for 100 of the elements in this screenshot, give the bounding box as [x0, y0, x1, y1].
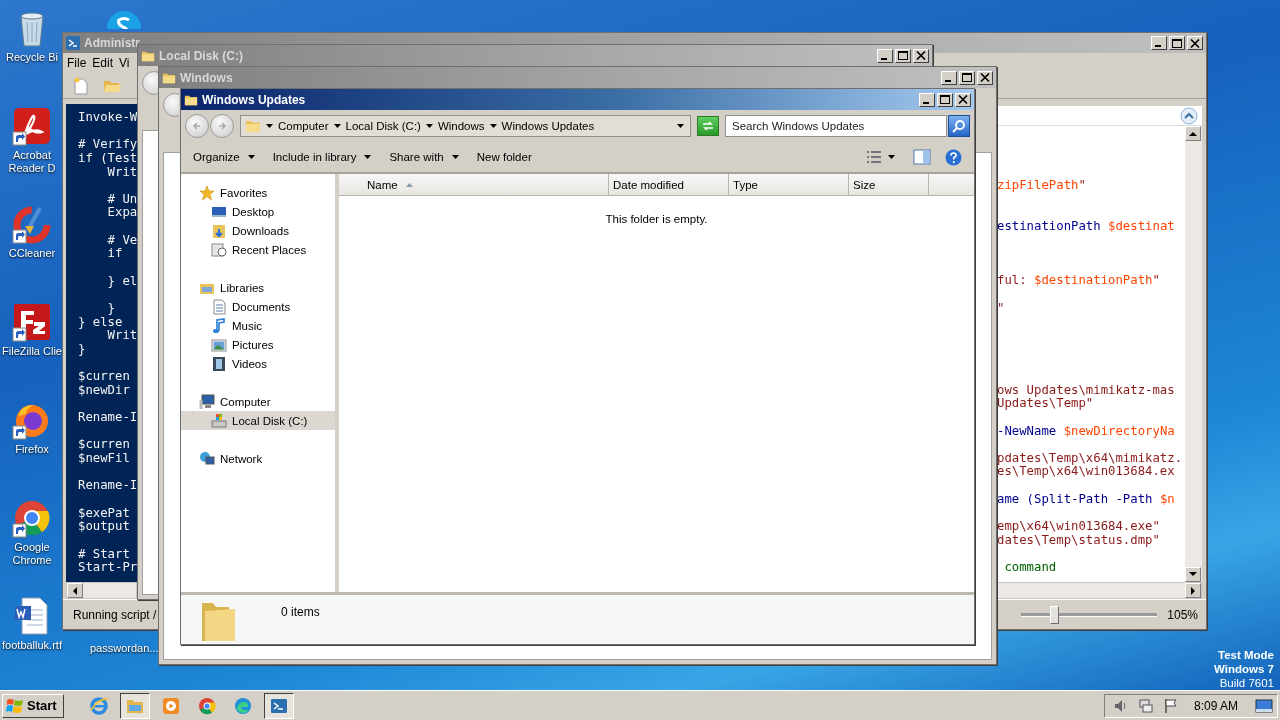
desktop-icon-label[interactable]: Recycle Bi: [6, 51, 58, 64]
breadcrumb-item[interactable]: Computer: [278, 120, 329, 132]
search-button[interactable]: [948, 115, 970, 137]
window-title: Windows: [180, 70, 234, 85]
code-line: }: [78, 342, 87, 357]
close-button[interactable]: [1187, 36, 1203, 50]
terminal-icon[interactable]: [263, 692, 294, 719]
view-options-icon[interactable]: [866, 150, 882, 164]
code-line: } else: [78, 315, 124, 330]
toolbar-button[interactable]: Organize: [187, 148, 261, 166]
menu-item[interactable]: Vi: [119, 56, 130, 70]
toolbar-button[interactable]: Share with: [383, 148, 465, 166]
caret-icon: [247, 155, 255, 159]
app-icon: [196, 695, 217, 716]
close-button[interactable]: [977, 70, 993, 85]
tree-item[interactable]: Desktop: [181, 202, 335, 221]
caret-icon: [266, 124, 273, 128]
desktop-icon-label[interactable]: FileZilla Clie: [2, 345, 62, 358]
close-button[interactable]: [913, 48, 929, 63]
minimize-button[interactable]: [919, 92, 935, 107]
tree-item[interactable]: Downloads: [181, 221, 335, 240]
maximize-button[interactable]: [1169, 36, 1185, 50]
powershell-icon: [66, 36, 80, 50]
folder-icon: [245, 118, 261, 134]
desktop-icon-label[interactable]: passwordan...: [90, 642, 159, 655]
flag-icon[interactable]: [1162, 697, 1179, 714]
code-line: # Start: [78, 547, 131, 562]
show-desktop-icon[interactable]: [1255, 697, 1273, 714]
code-line: $curren: [78, 370, 131, 384]
desktop-icon-label[interactable]: Acrobat Reader D: [2, 149, 62, 175]
menu-item[interactable]: Edit: [92, 56, 114, 70]
column-header[interactable]: Size: [849, 174, 929, 195]
folder-icon[interactable]: [119, 692, 150, 719]
network-icon[interactable]: [1137, 697, 1154, 714]
arrow-icon: [72, 586, 78, 595]
maximize-button[interactable]: [895, 48, 911, 63]
start-button[interactable]: Start: [2, 693, 64, 718]
scroll-arrow-button[interactable]: [1185, 126, 1201, 141]
tree-item[interactable]: Network: [181, 449, 335, 468]
tree-item[interactable]: Favorites: [181, 183, 335, 202]
ccleaner-icon[interactable]: [12, 204, 52, 244]
code-line: ": [997, 301, 1006, 316]
minimize-button[interactable]: [1151, 36, 1167, 50]
minimize-icon: [923, 101, 929, 104]
code-line: $curren: [78, 438, 131, 452]
scroll-arrow-button[interactable]: [1185, 567, 1201, 582]
window-title: Local Disk (C:): [159, 48, 244, 63]
minimize-button[interactable]: [877, 48, 893, 63]
column-header[interactable]: Type: [729, 174, 849, 195]
scroll-arrow-button[interactable]: [67, 583, 83, 598]
tree-item[interactable]: Local Disk (C:): [181, 411, 335, 430]
desktop-icon-label[interactable]: CCleaner: [8, 247, 56, 260]
tree-item[interactable]: Recent Places: [181, 240, 335, 259]
close-icon: [958, 95, 968, 104]
code-line: }: [106, 301, 117, 316]
code-line: pdates\Temp\x64\mimikatz.: [997, 451, 1184, 466]
menu-item[interactable]: File: [67, 56, 87, 70]
collapse-button[interactable]: [1180, 106, 1198, 125]
download-folder-icon: [211, 222, 227, 239]
code-line: $newFil: [78, 452, 131, 466]
code-line: $newDir: [78, 383, 131, 398]
acrobat-icon[interactable]: [12, 106, 52, 146]
refresh-button[interactable]: [697, 116, 719, 136]
close-button[interactable]: [955, 92, 971, 107]
code-line: Writ: [106, 329, 137, 343]
breadcrumb-item[interactable]: Local Disk (C:): [345, 120, 421, 132]
breadcrumb-item[interactable]: Windows Updates: [501, 120, 595, 132]
filezilla-icon[interactable]: [12, 302, 52, 342]
tree-item[interactable]: Documents: [181, 297, 335, 316]
desktop-icon-label[interactable]: Firefox: [15, 443, 49, 456]
address-bar[interactable]: Computer Local Disk (C:) Windows Windows Updates: [240, 115, 691, 137]
code-line: -NewName $newDirectoryNa: [997, 424, 1176, 439]
maximize-button[interactable]: [937, 92, 953, 107]
close-icon: [980, 73, 990, 82]
desktop-icon-label[interactable]: Google Chrome: [2, 541, 62, 567]
column-header[interactable]: Name: [339, 174, 609, 195]
minimize-button[interactable]: [941, 70, 957, 85]
column-header[interactable]: Date modified: [609, 174, 729, 195]
tree-item[interactable]: Computer: [181, 392, 335, 411]
chrome-icon[interactable]: [12, 498, 52, 538]
desktop-icon-label[interactable]: footballuk.rtf: [2, 639, 62, 652]
code-line: emp\x64\win013684.exe": [997, 520, 1161, 534]
breadcrumb-item[interactable]: Windows: [437, 120, 485, 132]
maximize-icon: [898, 51, 908, 60]
help-icon[interactable]: [945, 148, 962, 166]
maximize-button[interactable]: [959, 70, 975, 85]
document-icon: [211, 298, 227, 315]
toolbar-button[interactable]: New folder: [470, 148, 538, 166]
arrow-icon: [217, 121, 227, 131]
app-icon: [232, 695, 253, 716]
toolbar-button[interactable]: Include in library: [266, 148, 378, 166]
search-field[interactable]: Search Windows Updates: [725, 115, 947, 137]
tree-item[interactable]: Pictures: [181, 335, 335, 354]
tree-item[interactable]: Libraries: [181, 278, 335, 297]
caret-icon: [451, 155, 459, 159]
tree-item[interactable]: Videos: [181, 354, 335, 373]
maximize-icon: [1172, 38, 1182, 48]
scroll-arrow-button[interactable]: [1185, 583, 1201, 598]
code-line: $exePat: [78, 506, 131, 521]
tree-item[interactable]: Music: [181, 316, 335, 335]
